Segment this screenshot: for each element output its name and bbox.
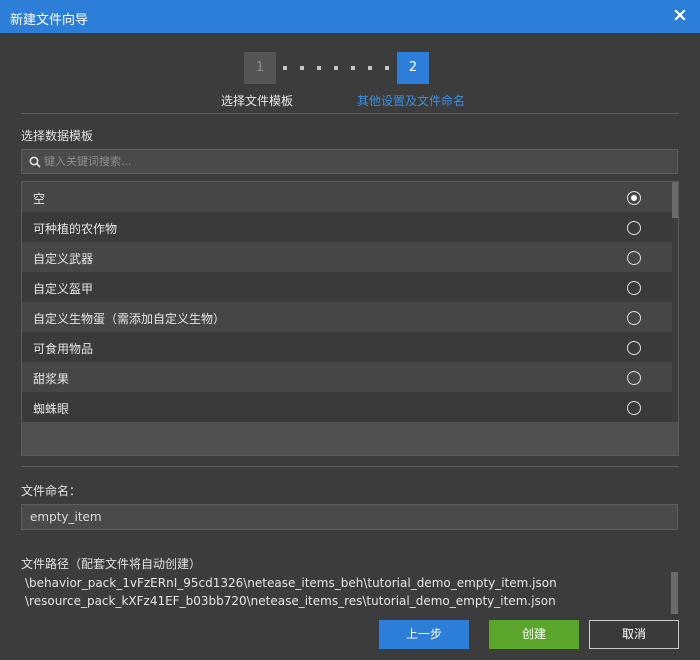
template-item-spider-eye[interactable]: 蜘蛛眼 xyxy=(22,392,673,422)
title-bar: 新建文件向导 xyxy=(0,0,700,33)
close-icon[interactable] xyxy=(672,7,688,23)
step-1-badge: 1 xyxy=(244,52,276,84)
radio-button[interactable] xyxy=(627,311,641,325)
radio-button[interactable] xyxy=(627,401,641,415)
template-item-label: 可食用物品 xyxy=(33,342,94,356)
create-button[interactable]: 创建 xyxy=(489,620,579,649)
file-path-scrollbar[interactable] xyxy=(671,572,678,618)
template-item-label: 可种植的农作物 xyxy=(33,222,118,236)
template-search[interactable] xyxy=(21,149,678,174)
template-item-label: 甜浆果 xyxy=(33,372,70,386)
previous-step-button[interactable]: 上一步 xyxy=(379,620,469,649)
radio-button[interactable] xyxy=(627,251,641,265)
radio-button-selected[interactable] xyxy=(627,191,641,205)
template-item-armor[interactable]: 自定义盔甲 xyxy=(22,272,673,302)
file-name-input[interactable] xyxy=(30,509,660,525)
step-2-label: 其他设置及文件命名 xyxy=(357,94,466,108)
template-item-food[interactable]: 可食用物品 xyxy=(22,332,673,362)
template-item-label: 自定义武器 xyxy=(33,252,94,266)
file-path-behavior: \behavior_pack_1vFzERnI_95cd1326\netease… xyxy=(25,576,557,590)
step-progress-dots xyxy=(283,66,389,70)
step-2-badge: 2 xyxy=(397,52,429,84)
template-item-weapon[interactable]: 自定义武器 xyxy=(22,242,673,272)
search-input[interactable] xyxy=(44,153,664,170)
template-item-crop[interactable]: 可种植的农作物 xyxy=(22,212,673,242)
step-1-label: 选择文件模板 xyxy=(221,94,294,108)
template-item-label: 自定义生物蛋（需添加自定义生物） xyxy=(33,312,226,326)
template-list-scrollbar[interactable] xyxy=(672,182,678,422)
file-name-field[interactable] xyxy=(21,504,678,530)
search-icon xyxy=(29,156,41,168)
template-item-spawn-egg[interactable]: 自定义生物蛋（需添加自定义生物） xyxy=(22,302,673,332)
window-title: 新建文件向导 xyxy=(10,13,89,28)
template-item-label: 蜘蛛眼 xyxy=(33,402,70,416)
template-list: 空 可种植的农作物 自定义武器 自定义盔甲 自定义生物蛋（需添加自定义生物） 可… xyxy=(21,181,679,456)
scrollbar-thumb[interactable] xyxy=(671,572,678,614)
template-section-label: 选择数据模板 xyxy=(21,129,94,143)
file-name-label: 文件命名： xyxy=(21,484,82,498)
radio-button[interactable] xyxy=(627,371,641,385)
template-item-label: 自定义盔甲 xyxy=(33,282,94,296)
template-item-empty[interactable]: 空 xyxy=(22,182,673,212)
template-item-berries[interactable]: 甜浆果 xyxy=(22,362,673,392)
radio-button[interactable] xyxy=(627,281,641,295)
file-path-label: 文件路径（配套文件将自动创建） xyxy=(21,557,202,571)
radio-button[interactable] xyxy=(627,341,641,355)
scrollbar-thumb[interactable] xyxy=(672,182,678,218)
radio-button[interactable] xyxy=(627,221,641,235)
step-indicator: 1 2 xyxy=(0,52,700,84)
template-item-label: 空 xyxy=(33,192,46,206)
divider xyxy=(21,466,679,467)
divider xyxy=(21,113,679,114)
file-path-resource: \resource_pack_kXFz41EF_b03bb720\netease… xyxy=(25,594,556,608)
cancel-button[interactable]: 取消 xyxy=(589,620,679,649)
